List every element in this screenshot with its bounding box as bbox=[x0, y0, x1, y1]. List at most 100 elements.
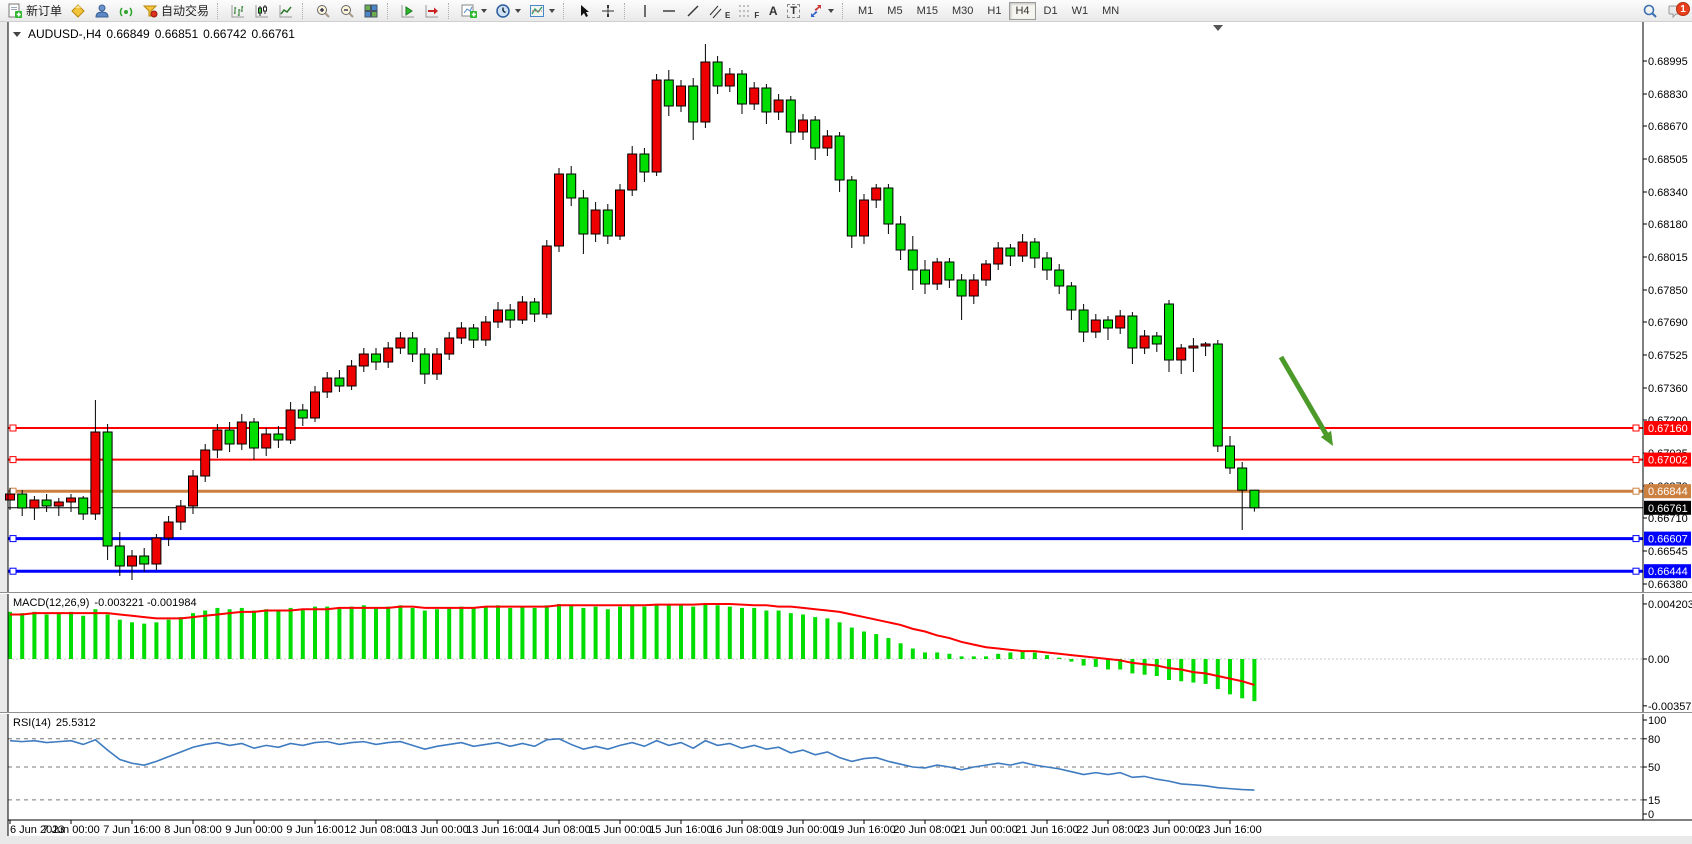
new-order-label: 新订单 bbox=[26, 2, 62, 19]
toolbar-separator bbox=[217, 3, 223, 19]
arrows-tool-button[interactable] bbox=[804, 1, 838, 21]
toolbar-right-tools: 1 bbox=[1638, 0, 1690, 22]
vertical-line-icon bbox=[637, 3, 653, 19]
toolbar-separator bbox=[563, 3, 569, 19]
svg-text:22 Jun 08:00: 22 Jun 08:00 bbox=[1076, 824, 1140, 836]
svg-text:12 Jun 08:00: 12 Jun 08:00 bbox=[344, 824, 408, 836]
svg-text:23 Jun 00:00: 23 Jun 00:00 bbox=[1137, 824, 1201, 836]
fibonacci-letter: F bbox=[754, 11, 759, 20]
profile-person-icon bbox=[94, 3, 110, 19]
zoom-in-button[interactable] bbox=[311, 1, 335, 21]
channel-tool-button[interactable]: E bbox=[705, 1, 734, 21]
gold-gem-icon bbox=[70, 3, 86, 19]
templates-button[interactable] bbox=[525, 1, 559, 21]
codebase-button[interactable] bbox=[90, 1, 114, 21]
trading-terminal: { "toolbar": { "new_order": { "label": "… bbox=[0, 0, 1692, 844]
tf-button-d1[interactable]: D1 bbox=[1038, 2, 1064, 20]
cursor-tool-button[interactable] bbox=[572, 1, 596, 21]
svg-text:16 Jun 08:00: 16 Jun 08:00 bbox=[710, 824, 774, 836]
svg-text:0.67850: 0.67850 bbox=[1648, 285, 1688, 297]
toolbar-separator bbox=[842, 3, 848, 19]
svg-text:0.66545: 0.66545 bbox=[1648, 546, 1688, 558]
toolbar-separator bbox=[387, 3, 393, 19]
auto-trading-icon bbox=[142, 3, 158, 19]
svg-text:0.66761: 0.66761 bbox=[1648, 503, 1688, 515]
symbol-collapse-icon[interactable] bbox=[13, 32, 21, 37]
line-chart-icon bbox=[278, 3, 294, 19]
svg-text:0.67525: 0.67525 bbox=[1648, 350, 1688, 362]
chat-bubble-icon: 1 bbox=[1668, 3, 1686, 19]
zoom-out-icon bbox=[339, 3, 355, 19]
auto-trading-label: 自动交易 bbox=[161, 2, 209, 19]
periods-dropdown-caret bbox=[515, 9, 521, 13]
search-button[interactable] bbox=[1638, 1, 1662, 21]
text-label-tool-label: T bbox=[787, 4, 800, 18]
notification-count-badge: 1 bbox=[1676, 2, 1690, 16]
search-icon bbox=[1642, 3, 1658, 19]
timeframe-group: M1M5M15M30H1H4D1W1MN bbox=[851, 2, 1126, 20]
toolbar-separator bbox=[624, 3, 630, 19]
new-order-button[interactable]: 新订单 bbox=[3, 1, 66, 21]
tile-windows-button[interactable] bbox=[359, 1, 383, 21]
bar-chart-mode-button[interactable] bbox=[226, 1, 250, 21]
periods-button[interactable] bbox=[491, 1, 525, 21]
chart-shift-button[interactable] bbox=[420, 1, 444, 21]
tf-button-mn[interactable]: MN bbox=[1096, 2, 1125, 20]
quote-low: 0.66742 bbox=[203, 27, 246, 41]
chart-header: AUDUSD-,H4 0.66849 0.66851 0.66742 0.667… bbox=[13, 27, 295, 41]
text-tool-button[interactable]: A bbox=[763, 1, 783, 21]
arrows-dropdown-caret bbox=[828, 9, 834, 13]
svg-text:0.66444: 0.66444 bbox=[1648, 566, 1688, 578]
svg-text:0.68830: 0.68830 bbox=[1648, 89, 1688, 101]
svg-text:19 Jun 16:00: 19 Jun 16:00 bbox=[832, 824, 896, 836]
chart-canvas[interactable]: 0.689950.688300.686700.685050.683400.681… bbox=[0, 0, 1692, 844]
bar-chart-icon bbox=[230, 3, 246, 19]
crosshair-tool-button[interactable] bbox=[596, 1, 620, 21]
macd-values: -0.003221 -0.001984 bbox=[94, 597, 196, 609]
zoom-in-icon bbox=[315, 3, 331, 19]
svg-text:80: 80 bbox=[1648, 734, 1660, 746]
quote-close: 0.66761 bbox=[252, 27, 295, 41]
svg-text:50: 50 bbox=[1648, 762, 1660, 774]
tf-button-w1[interactable]: W1 bbox=[1066, 2, 1095, 20]
indicators-button[interactable] bbox=[457, 1, 491, 21]
quote-high: 0.66851 bbox=[155, 27, 198, 41]
candlestick-mode-button[interactable] bbox=[250, 1, 274, 21]
line-chart-mode-button[interactable] bbox=[274, 1, 298, 21]
tf-button-m30[interactable]: M30 bbox=[946, 2, 979, 20]
svg-text:9 Jun 00:00: 9 Jun 00:00 bbox=[225, 824, 283, 836]
fibonacci-tool-button[interactable]: F bbox=[734, 1, 763, 21]
svg-text:0.66607: 0.66607 bbox=[1648, 534, 1688, 546]
svg-text:21 Jun 00:00: 21 Jun 00:00 bbox=[954, 824, 1018, 836]
candlestick-icon bbox=[254, 3, 270, 19]
tf-button-h4[interactable]: H4 bbox=[1009, 2, 1035, 20]
svg-text:0.68995: 0.68995 bbox=[1648, 56, 1688, 68]
svg-text:7 Jun 00:00: 7 Jun 00:00 bbox=[42, 824, 100, 836]
tf-button-m5[interactable]: M5 bbox=[881, 2, 908, 20]
svg-text:0.67002: 0.67002 bbox=[1648, 455, 1688, 467]
notifications-button[interactable]: 1 bbox=[1664, 1, 1690, 21]
auto-trading-button[interactable]: 自动交易 bbox=[138, 1, 213, 21]
indicators-dropdown-caret bbox=[481, 9, 487, 13]
svg-text:8 Jun 08:00: 8 Jun 08:00 bbox=[164, 824, 222, 836]
tf-button-h1[interactable]: H1 bbox=[981, 2, 1007, 20]
svg-text:0: 0 bbox=[1648, 809, 1654, 821]
crosshair-icon bbox=[600, 3, 616, 19]
svg-text:21 Jun 16:00: 21 Jun 16:00 bbox=[1015, 824, 1079, 836]
signals-button[interactable] bbox=[114, 1, 138, 21]
tf-button-m15[interactable]: M15 bbox=[911, 2, 944, 20]
trendline-tool-button[interactable] bbox=[681, 1, 705, 21]
horizontal-line-tool-button[interactable] bbox=[657, 1, 681, 21]
svg-text:0.67160: 0.67160 bbox=[1648, 423, 1688, 435]
auto-scroll-button[interactable] bbox=[396, 1, 420, 21]
text-label-tool-button[interactable]: T bbox=[783, 1, 804, 21]
svg-text:13 Jun 16:00: 13 Jun 16:00 bbox=[466, 824, 530, 836]
market-button[interactable] bbox=[66, 1, 90, 21]
svg-text:0.68505: 0.68505 bbox=[1648, 154, 1688, 166]
svg-text:14 Jun 08:00: 14 Jun 08:00 bbox=[527, 824, 591, 836]
vertical-line-tool-button[interactable] bbox=[633, 1, 657, 21]
tf-button-m1[interactable]: M1 bbox=[852, 2, 879, 20]
zoom-out-button[interactable] bbox=[335, 1, 359, 21]
svg-text:0.66844: 0.66844 bbox=[1648, 486, 1688, 498]
tile-windows-icon bbox=[363, 3, 379, 19]
